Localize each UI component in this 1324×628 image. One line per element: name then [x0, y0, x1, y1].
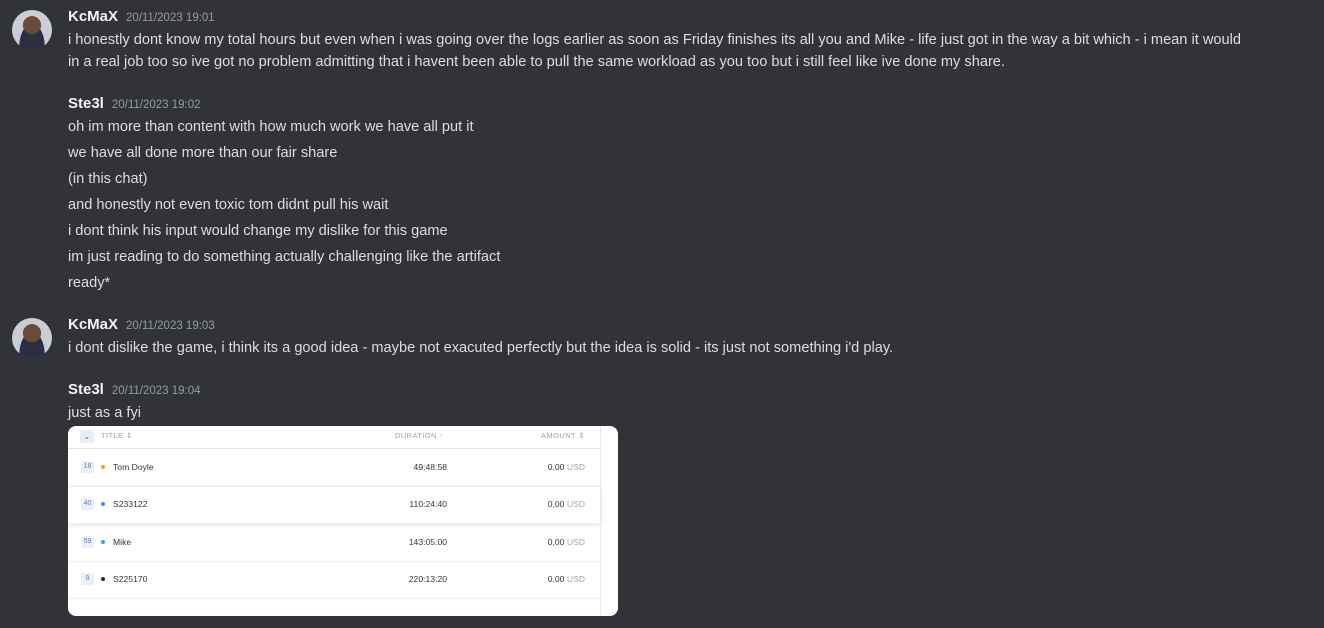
avatar[interactable]	[12, 318, 52, 358]
status-dot-icon	[101, 465, 105, 469]
row-count-badge: 9	[81, 573, 94, 585]
message-header: KcMaX 20/11/2023 19:03	[68, 316, 215, 336]
table-row: 59 Mike 143:05:00 0,00 USD	[68, 524, 600, 562]
author-name[interactable]: KcMaX	[68, 8, 118, 25]
message-text: and honestly not even toxic tom didnt pu…	[68, 197, 389, 213]
row-count-badge: 40	[81, 498, 94, 510]
row-amount: 0,00 USD	[547, 537, 585, 547]
message-text: just as a fyi	[68, 405, 141, 421]
row-duration: 110:24:40	[409, 499, 447, 509]
row-duration: 49:48:58	[413, 462, 447, 472]
row-count-badge: 59	[81, 536, 94, 548]
message-text: i dont think his input would change my d…	[68, 223, 448, 239]
status-dot-icon	[101, 502, 105, 506]
column-header-title: TITLE ⇕	[101, 431, 133, 440]
message-text: i honestly dont know my total hours but …	[68, 32, 1241, 48]
row-count-badge: 18	[81, 461, 94, 473]
message-text: i dont dislike the game, i think its a g…	[68, 340, 894, 356]
chat-log: KcMaX 20/11/2023 19:01 i honestly dont k…	[0, 0, 1324, 628]
message-header: Ste3l 20/11/2023 19:04	[68, 381, 201, 401]
column-header-amount: AMOUNT ⇕	[541, 431, 585, 440]
status-dot-icon	[101, 577, 105, 581]
table-row: 9 S225170 220:13:20 0,00 USD	[68, 561, 600, 599]
row-amount: 0,00 USD	[547, 574, 585, 584]
image-attachment[interactable]: ⌄ TITLE ⇕ DURATION ↑ AMOUNT ⇕ 18 Tom Doy…	[68, 426, 618, 616]
table-row: 18 Tom Doyle 49:48:58 0,00 USD	[68, 449, 600, 487]
message-text: we have all done more than our fair shar…	[68, 145, 338, 161]
message-header: Ste3l 20/11/2023 19:02	[68, 95, 201, 115]
avatar[interactable]	[12, 10, 52, 50]
row-duration: 220:13:20	[408, 574, 447, 584]
message-text: ready*	[68, 275, 111, 291]
message-timestamp: 20/11/2023 19:03	[126, 320, 215, 332]
message-text: oh im more than content with how much wo…	[68, 119, 474, 135]
row-amount: 0,00 USD	[547, 499, 585, 509]
row-title: Mike	[113, 537, 132, 547]
author-name[interactable]: Ste3l	[68, 381, 104, 398]
author-name[interactable]: Ste3l	[68, 95, 104, 112]
message-text: (in this chat)	[68, 171, 148, 187]
row-duration: 143:05:00	[408, 537, 447, 547]
author-name[interactable]: KcMaX	[68, 316, 118, 333]
row-title: Tom Doyle	[113, 462, 154, 472]
message-text: in a real job too so ive got no problem …	[68, 54, 1005, 70]
row-title: S225170	[113, 574, 148, 584]
message-header: KcMaX 20/11/2023 19:01	[68, 8, 215, 28]
row-amount: 0,00 USD	[547, 462, 585, 472]
table-row: 40 S233122 110:24:40 0,00 USD	[68, 486, 601, 524]
status-dot-icon	[101, 540, 105, 544]
message-text: im just reading to do something actually…	[68, 249, 501, 265]
scrollbar[interactable]	[600, 426, 601, 616]
message-timestamp: 20/11/2023 19:01	[126, 12, 215, 24]
message-timestamp: 20/11/2023 19:02	[111, 99, 201, 111]
chevron-down-icon: ⌄	[80, 430, 94, 443]
column-header-duration: DURATION ↑	[395, 431, 444, 440]
table-header: ⌄ TITLE ⇕ DURATION ↑ AMOUNT ⇕	[68, 426, 600, 449]
message-timestamp: 20/11/2023 19:04	[111, 385, 201, 397]
row-title: S233122	[113, 499, 148, 509]
